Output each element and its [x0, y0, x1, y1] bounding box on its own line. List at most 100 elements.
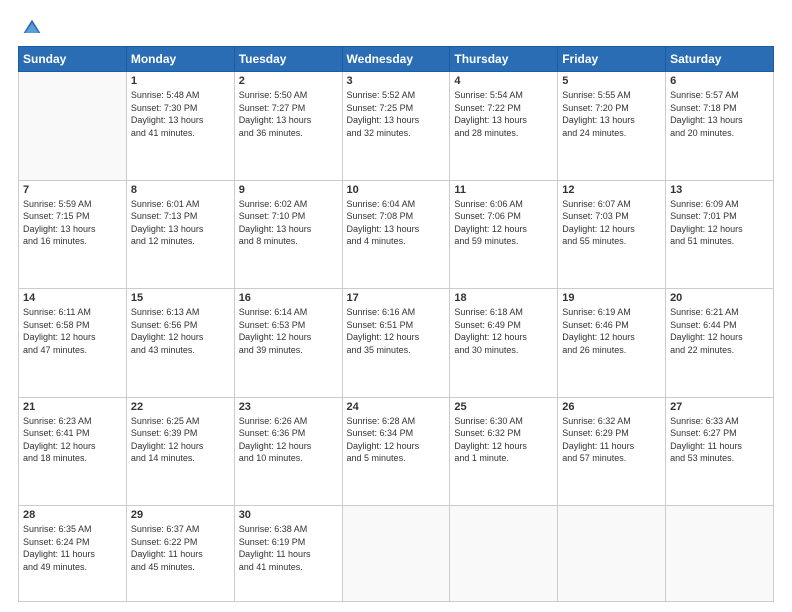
day-info: Sunrise: 6:32 AM Sunset: 6:29 PM Dayligh… — [562, 415, 661, 465]
day-info: Sunrise: 6:19 AM Sunset: 6:46 PM Dayligh… — [562, 306, 661, 356]
calendar-cell: 25 Sunrise: 6:30 AM Sunset: 6:32 PM Dayli… — [450, 397, 558, 506]
day-info: Sunrise: 5:59 AM Sunset: 7:15 PM Dayligh… — [23, 198, 122, 248]
calendar-cell: 16Sunrise: 6:14 AM Sunset: 6:53 PM Dayli… — [234, 289, 342, 398]
day-info: Sunrise: 6:04 AM Sunset: 7:08 PM Dayligh… — [347, 198, 446, 248]
calendar-cell: 28 Sunrise: 6:35 AM Sunset: 6:24 PM Dayli… — [19, 506, 127, 602]
day-number: 24 — [347, 401, 446, 413]
day-number: 14 — [23, 292, 122, 304]
day-number: 2 — [239, 75, 338, 87]
calendar-cell: 20 Sunrise: 6:21 AM Sunset: 6:44 PM Dayli… — [666, 289, 774, 398]
calendar-cell: 29 Sunrise: 6:37 AM Sunset: 6:22 PM Dayli… — [126, 506, 234, 602]
day-header-tuesday: Tuesday — [234, 47, 342, 72]
day-header-wednesday: Wednesday — [342, 47, 450, 72]
logo-icon — [22, 18, 42, 38]
day-number: 22 — [131, 401, 230, 413]
calendar-cell: 22 Sunrise: 6:25 AM Sunset: 6:39 PM Dayli… — [126, 397, 234, 506]
day-info: Sunrise: 6:37 AM Sunset: 6:22 PM Dayligh… — [131, 523, 230, 573]
calendar-cell: 12 Sunrise: 6:07 AM Sunset: 7:03 PM Dayli… — [558, 180, 666, 289]
day-info: Sunrise: 6:26 AM Sunset: 6:36 PM Dayligh… — [239, 415, 338, 465]
day-info: Sunrise: 5:48 AM Sunset: 7:30 PM Dayligh… — [131, 89, 230, 139]
day-number: 28 — [23, 509, 122, 521]
day-info: Sunrise: 5:52 AM Sunset: 7:25 PM Dayligh… — [347, 89, 446, 139]
day-info: Sunrise: 6:13 AM Sunset: 6:56 PM Dayligh… — [131, 306, 230, 356]
day-number: 18 — [454, 292, 553, 304]
calendar-cell: 18 Sunrise: 6:18 AM Sunset: 6:49 PM Dayli… — [450, 289, 558, 398]
day-number: 8 — [131, 184, 230, 196]
day-number: 26 — [562, 401, 661, 413]
calendar-cell: 13 Sunrise: 6:09 AM Sunset: 7:01 PM Dayli… — [666, 180, 774, 289]
calendar-table: SundayMondayTuesdayWednesdayThursdayFrid… — [18, 46, 774, 602]
day-number: 27 — [670, 401, 769, 413]
day-number: 25 — [454, 401, 553, 413]
day-number: 21 — [23, 401, 122, 413]
calendar-cell: 2 Sunrise: 5:50 AM Sunset: 7:27 PM Daylig… — [234, 72, 342, 181]
calendar-cell: 30 Sunrise: 6:38 AM Sunset: 6:19 PM Dayli… — [234, 506, 342, 602]
day-info: Sunrise: 6:07 AM Sunset: 7:03 PM Dayligh… — [562, 198, 661, 248]
day-number: 20 — [670, 292, 769, 304]
calendar-cell: 3 Sunrise: 5:52 AM Sunset: 7:25 PM Daylig… — [342, 72, 450, 181]
day-number: 3 — [347, 75, 446, 87]
day-number: 7 — [23, 184, 122, 196]
day-number: 12 — [562, 184, 661, 196]
calendar-cell — [19, 72, 127, 181]
day-number: 11 — [454, 184, 553, 196]
day-info: Sunrise: 6:25 AM Sunset: 6:39 PM Dayligh… — [131, 415, 230, 465]
calendar-cell: 15 Sunrise: 6:13 AM Sunset: 6:56 PM Dayli… — [126, 289, 234, 398]
day-number: 1 — [131, 75, 230, 87]
calendar-week-row: 21 Sunrise: 6:23 AM Sunset: 6:41 PM Dayli… — [19, 397, 774, 506]
day-info: Sunrise: 6:28 AM Sunset: 6:34 PM Dayligh… — [347, 415, 446, 465]
calendar-week-row: 28 Sunrise: 6:35 AM Sunset: 6:24 PM Dayli… — [19, 506, 774, 602]
calendar-cell: 11 Sunrise: 6:06 AM Sunset: 7:06 PM Dayli… — [450, 180, 558, 289]
day-number: 5 — [562, 75, 661, 87]
day-info: Sunrise: 6:23 AM Sunset: 6:41 PM Dayligh… — [23, 415, 122, 465]
calendar-cell — [666, 506, 774, 602]
day-info: Sunrise: 6:01 AM Sunset: 7:13 PM Dayligh… — [131, 198, 230, 248]
day-number: 19 — [562, 292, 661, 304]
header — [18, 18, 774, 38]
day-header-monday: Monday — [126, 47, 234, 72]
calendar-cell: 14 Sunrise: 6:11 AM Sunset: 6:58 PM Dayli… — [19, 289, 127, 398]
day-info: Sunrise: 5:50 AM Sunset: 7:27 PM Dayligh… — [239, 89, 338, 139]
day-info: Sunrise: 6:38 AM Sunset: 6:19 PM Dayligh… — [239, 523, 338, 573]
day-number: 29 — [131, 509, 230, 521]
calendar-cell: 24 Sunrise: 6:28 AM Sunset: 6:34 PM Dayli… — [342, 397, 450, 506]
day-info: Sunrise: 6:21 AM Sunset: 6:44 PM Dayligh… — [670, 306, 769, 356]
day-header-sunday: Sunday — [19, 47, 127, 72]
day-header-thursday: Thursday — [450, 47, 558, 72]
calendar-week-row: 14 Sunrise: 6:11 AM Sunset: 6:58 PM Dayli… — [19, 289, 774, 398]
day-number: 16 — [239, 292, 338, 304]
calendar-cell: 8 Sunrise: 6:01 AM Sunset: 7:13 PM Daylig… — [126, 180, 234, 289]
day-info: Sunrise: 6:30 AM Sunset: 6:32 PM Dayligh… — [454, 415, 553, 465]
calendar-cell: 23Sunrise: 6:26 AM Sunset: 6:36 PM Dayli… — [234, 397, 342, 506]
logo — [18, 18, 42, 38]
day-number: 9 — [239, 184, 338, 196]
day-number: 6 — [670, 75, 769, 87]
calendar-cell: 9 Sunrise: 6:02 AM Sunset: 7:10 PM Daylig… — [234, 180, 342, 289]
day-info: Sunrise: 6:18 AM Sunset: 6:49 PM Dayligh… — [454, 306, 553, 356]
day-number: 13 — [670, 184, 769, 196]
calendar-cell: 19 Sunrise: 6:19 AM Sunset: 6:46 PM Dayli… — [558, 289, 666, 398]
calendar-week-row: 7 Sunrise: 5:59 AM Sunset: 7:15 PM Daylig… — [19, 180, 774, 289]
calendar-cell: 21 Sunrise: 6:23 AM Sunset: 6:41 PM Dayli… — [19, 397, 127, 506]
calendar-cell: 4Sunrise: 5:54 AM Sunset: 7:22 PM Daylig… — [450, 72, 558, 181]
day-number: 17 — [347, 292, 446, 304]
calendar-cell — [558, 506, 666, 602]
calendar-week-row: 1 Sunrise: 5:48 AM Sunset: 7:30 PM Daylig… — [19, 72, 774, 181]
day-info: Sunrise: 5:55 AM Sunset: 7:20 PM Dayligh… — [562, 89, 661, 139]
calendar-cell: 6 Sunrise: 5:57 AM Sunset: 7:18 PM Daylig… — [666, 72, 774, 181]
day-header-saturday: Saturday — [666, 47, 774, 72]
day-info: Sunrise: 6:09 AM Sunset: 7:01 PM Dayligh… — [670, 198, 769, 248]
day-number: 30 — [239, 509, 338, 521]
calendar-cell: 7 Sunrise: 5:59 AM Sunset: 7:15 PM Daylig… — [19, 180, 127, 289]
calendar-header-row: SundayMondayTuesdayWednesdayThursdayFrid… — [19, 47, 774, 72]
day-info: Sunrise: 5:57 AM Sunset: 7:18 PM Dayligh… — [670, 89, 769, 139]
day-number: 15 — [131, 292, 230, 304]
day-info: Sunrise: 6:35 AM Sunset: 6:24 PM Dayligh… — [23, 523, 122, 573]
day-info: Sunrise: 6:02 AM Sunset: 7:10 PM Dayligh… — [239, 198, 338, 248]
calendar-cell — [342, 506, 450, 602]
day-info: Sunrise: 5:54 AM Sunset: 7:22 PM Dayligh… — [454, 89, 553, 139]
day-info: Sunrise: 6:16 AM Sunset: 6:51 PM Dayligh… — [347, 306, 446, 356]
day-info: Sunrise: 6:11 AM Sunset: 6:58 PM Dayligh… — [23, 306, 122, 356]
day-header-friday: Friday — [558, 47, 666, 72]
day-info: Sunrise: 6:06 AM Sunset: 7:06 PM Dayligh… — [454, 198, 553, 248]
